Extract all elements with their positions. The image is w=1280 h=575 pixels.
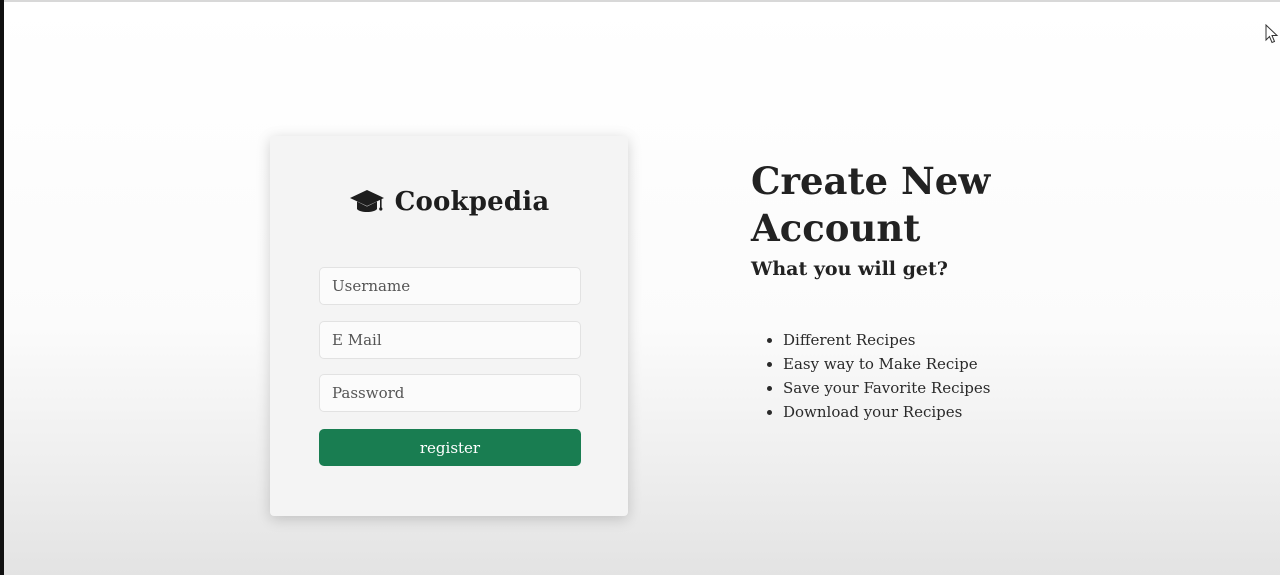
username-input[interactable] — [319, 267, 581, 305]
brand: Cookpedia — [270, 182, 628, 222]
password-input[interactable] — [319, 374, 581, 412]
email-input[interactable] — [319, 321, 581, 359]
page-title-line2: Account — [751, 206, 921, 250]
benefit-item: Download your Recipes — [783, 400, 1171, 424]
page-title-line1: Create New — [751, 159, 991, 203]
graduation-cap-icon — [349, 190, 384, 212]
benefits-list: Different Recipes Easy way to Make Recip… — [751, 328, 1171, 424]
benefit-item: Save your Favorite Recipes — [783, 376, 1171, 400]
register-card: Cookpedia register — [270, 136, 628, 516]
top-edge — [0, 0, 1280, 2]
page-title: Create New Account — [751, 158, 1171, 252]
left-edge — [0, 0, 4, 575]
page-subtitle: What you will get? — [751, 258, 948, 280]
benefit-item: Different Recipes — [783, 328, 1171, 352]
register-button[interactable]: register — [319, 429, 581, 466]
info-panel: Create New Account What you will get? Di… — [751, 158, 1171, 424]
benefit-item: Easy way to Make Recipe — [783, 352, 1171, 376]
brand-name: Cookpedia — [394, 187, 550, 217]
mouse-cursor-icon — [1265, 24, 1279, 44]
